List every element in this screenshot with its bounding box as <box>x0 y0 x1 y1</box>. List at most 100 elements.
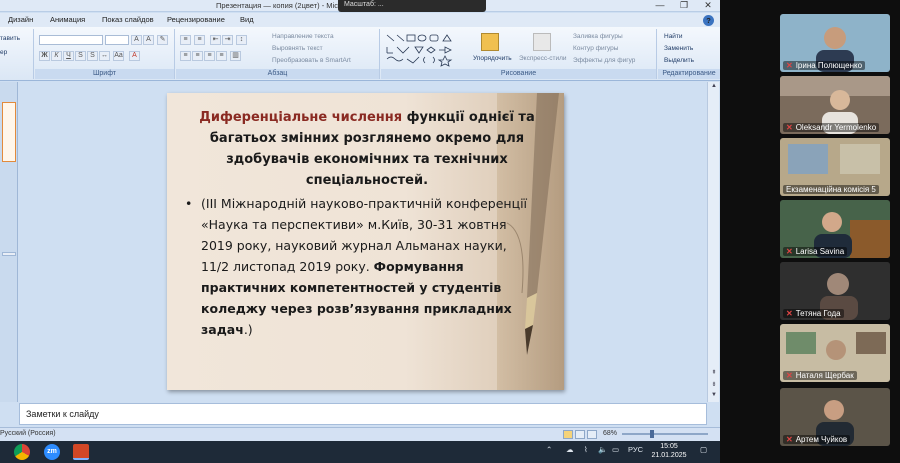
decrease-indent-icon[interactable]: ⇤ <box>210 35 221 45</box>
underline-icon[interactable]: Ч <box>63 51 74 61</box>
arrange-button[interactable]: Упорядочить <box>473 55 512 62</box>
participant-tile[interactable]: ✕ Oleksandr Yermolenko <box>780 76 890 134</box>
notes-placeholder: Заметки к слайду <box>26 409 99 419</box>
quick-styles-icon[interactable] <box>533 33 551 51</box>
align-center-icon[interactable]: ≡ <box>192 51 203 61</box>
slide[interactable]: Диференціальне числення функції однієї т… <box>167 93 564 390</box>
font-size-combo[interactable] <box>105 35 129 45</box>
tab-view[interactable]: Вид <box>240 15 254 24</box>
columns-icon[interactable]: ▥ <box>230 51 241 61</box>
paste-button[interactable]: тавить <box>0 35 20 42</box>
bullet-text: (ІІІ Міжнародній науково-практичній конф… <box>201 193 531 340</box>
arrange-icon[interactable] <box>481 33 499 51</box>
powerpoint-window: Презентация — копия (2цвет) - Microsoft … <box>0 0 720 441</box>
tab-slideshow[interactable]: Показ слайдов <box>102 15 154 24</box>
powerpoint-icon[interactable] <box>73 444 89 460</box>
cut-button[interactable]: ер <box>0 49 7 56</box>
slide-title-accent: Диференціальне числення <box>199 110 403 125</box>
shrink-font-icon[interactable]: A <box>143 35 154 45</box>
participant-tile[interactable]: Екзаменаційна комісія 5 <box>780 138 890 196</box>
tray-onedrive-icon[interactable]: ☁ <box>566 445 574 454</box>
close-button[interactable]: ✕ <box>696 0 720 12</box>
tab-review[interactable]: Рецензирование <box>167 15 225 24</box>
change-case-icon[interactable]: Aa <box>113 51 124 61</box>
align-text-button[interactable]: Выровнять текст <box>272 45 323 52</box>
notes-pane[interactable]: Заметки к слайду <box>19 403 707 425</box>
shadow-icon[interactable]: S <box>87 51 98 61</box>
align-left-icon[interactable]: ≡ <box>180 51 191 61</box>
zoom-slider[interactable] <box>622 430 708 438</box>
italic-icon[interactable]: К <box>51 51 62 61</box>
zoom-slider-thumb[interactable] <box>650 430 654 438</box>
participant-tile[interactable]: ✕ Артем Чуйков <box>780 388 890 446</box>
font-name-combo[interactable] <box>39 35 103 45</box>
increase-indent-icon[interactable]: ⇥ <box>222 35 233 45</box>
scroll-down-icon[interactable]: ▼ <box>709 392 719 401</box>
tray-network-icon[interactable]: ⌇ <box>584 445 588 454</box>
text-direction-button[interactable]: Направление текста <box>272 33 334 40</box>
tray-chevron-icon[interactable]: ⌃ <box>546 445 552 454</box>
slide-editing-area: Диференціальне числення функції однієї т… <box>19 82 707 402</box>
participant-tile[interactable]: ✕ Ірина Полющенко <box>780 14 890 72</box>
vertical-scrollbar[interactable]: ▲ ⇞ ⇟ ▼ <box>707 82 719 402</box>
participant-tile[interactable]: ✕ Тетяна Года <box>780 262 890 320</box>
tab-design[interactable]: Дизайн <box>8 15 33 24</box>
zoom-level[interactable]: 68% <box>603 430 617 437</box>
paragraph-group: ≡ ≡ ⇤ ⇥ ↕ ≡ ≡ ≡ ≡ ▥ Направление текста В… <box>176 29 380 79</box>
align-right-icon[interactable]: ≡ <box>204 51 215 61</box>
participant-name: ✕ Тетяна Года <box>783 309 844 318</box>
strikethrough-icon[interactable]: S <box>75 51 86 61</box>
window-controls: — ❐ ✕ <box>648 0 720 12</box>
justify-icon[interactable]: ≡ <box>216 51 227 61</box>
font-group-label: Шрифт <box>35 69 174 79</box>
clipboard-group: тавить ер <box>0 29 34 79</box>
bold-icon[interactable]: Ж <box>39 51 50 61</box>
normal-view-icon[interactable] <box>563 430 573 439</box>
tab-animation[interactable]: Анимация <box>50 15 85 24</box>
previous-slide-icon[interactable]: ⇞ <box>709 369 719 378</box>
zoom-participants-panel: ✕ Ірина Полющенко ✕ Oleksandr Yermolenko Е… <box>720 0 900 463</box>
font-color-icon[interactable]: A <box>129 51 140 61</box>
scroll-up-icon[interactable]: ▲ <box>709 83 719 92</box>
tray-language[interactable]: РУС <box>628 445 643 454</box>
slide-title: Диференціальне числення функції однієї т… <box>197 107 537 191</box>
taskbar: zm ⌃ ☁ ⌇ 🔈 ▭ РУС 15:05 21.01.2025 ▢ <box>0 441 720 463</box>
shape-fill-button[interactable]: Заливка фигуры <box>573 33 623 40</box>
chrome-icon[interactable] <box>14 444 30 460</box>
participant-tile[interactable]: ✕ Наталя Щербак <box>780 324 890 382</box>
muted-mic-icon: ✕ <box>786 61 793 70</box>
taskbar-clock[interactable]: 15:05 21.01.2025 <box>645 442 693 460</box>
smartart-button[interactable]: Преобразовать в SmartArt <box>272 57 351 64</box>
line-spacing-icon[interactable]: ↕ <box>236 35 247 45</box>
bullet-dot-icon: • <box>185 196 193 211</box>
thumbnails-scroll-thumb[interactable] <box>2 252 16 256</box>
editing-group: Найти Заменить Выделить Редактирование <box>658 29 720 79</box>
spacing-icon[interactable]: ↔ <box>99 51 110 61</box>
shapes-gallery-icon[interactable] <box>385 33 461 67</box>
paragraph-group-label: Абзац <box>176 69 379 79</box>
participant-tile[interactable]: ✕ Larisa Savina <box>780 200 890 258</box>
zoom-icon[interactable]: zm <box>44 444 60 460</box>
shape-outline-button[interactable]: Контур фигуры <box>573 45 618 52</box>
grow-font-icon[interactable]: A <box>131 35 142 45</box>
slide-sorter-icon[interactable] <box>575 430 585 439</box>
help-icon[interactable]: ? <box>703 15 714 26</box>
participant-name: ✕ Ірина Полющенко <box>783 61 866 70</box>
select-button[interactable]: Выделить <box>664 57 694 64</box>
find-button[interactable]: Найти <box>664 33 683 40</box>
restore-button[interactable]: ❐ <box>672 0 696 12</box>
next-slide-icon[interactable]: ⇟ <box>709 381 719 390</box>
replace-button[interactable]: Заменить <box>664 45 693 52</box>
participant-name: ✕ Larisa Savina <box>783 247 848 256</box>
numbering-icon[interactable]: ≡ <box>194 35 205 45</box>
quick-styles-button[interactable]: Экспресс-стили <box>519 55 567 62</box>
bullets-icon[interactable]: ≡ <box>180 35 191 45</box>
notifications-icon[interactable]: ▢ <box>700 445 707 454</box>
tray-volume-icon[interactable]: 🔈 <box>598 445 607 454</box>
clear-format-icon[interactable]: ✎ <box>157 35 168 45</box>
slideshow-view-icon[interactable] <box>587 430 597 439</box>
tray-battery-icon[interactable]: ▭ <box>612 445 619 454</box>
slide-thumbnail[interactable] <box>2 102 16 162</box>
shape-effects-button[interactable]: Эффекты для фигур <box>573 57 635 64</box>
minimize-button[interactable]: — <box>648 0 672 12</box>
